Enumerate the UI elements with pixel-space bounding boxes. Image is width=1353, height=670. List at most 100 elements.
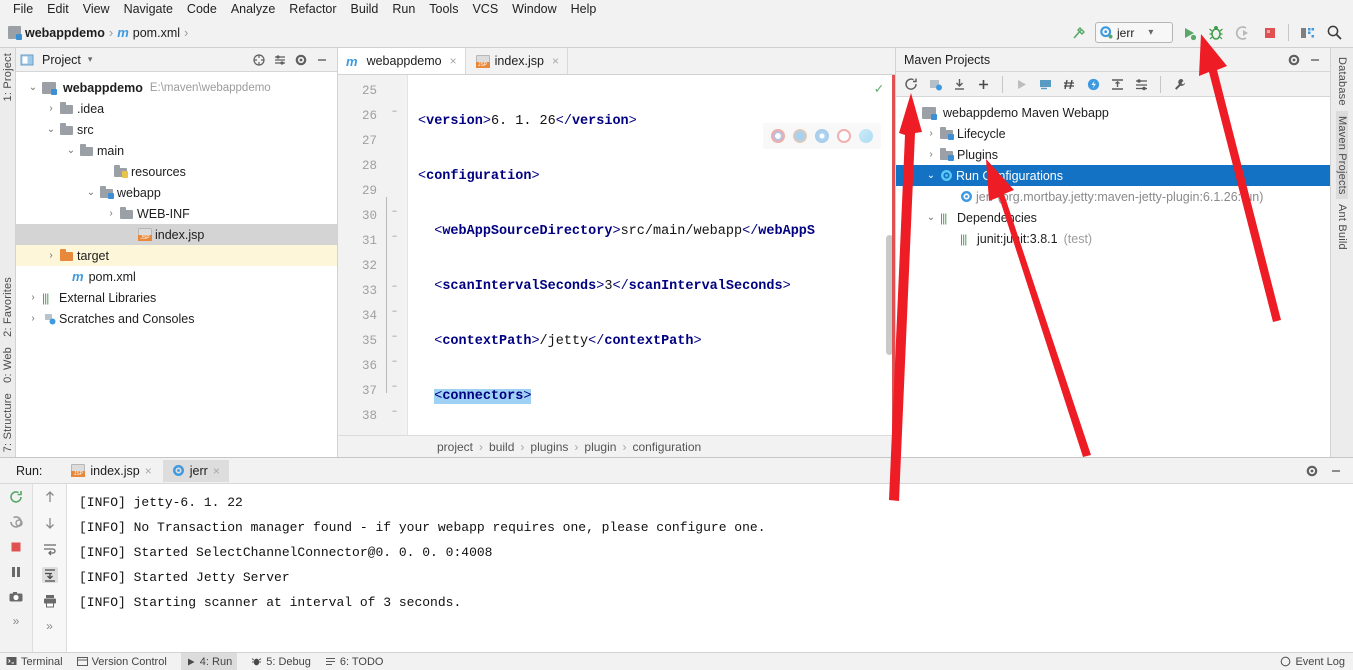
collapse-all-icon[interactable] [252,53,266,67]
scroll-up-icon[interactable] [42,489,58,505]
stop-button[interactable] [1259,22,1281,44]
menu-item-edit[interactable]: Edit [40,0,76,18]
expand-arrow[interactable]: ⌄ [64,145,78,156]
breadcrumb-configuration[interactable]: configuration [629,440,704,454]
expand-arrow[interactable]: › [26,292,40,303]
expand-arrow[interactable]: › [104,208,118,219]
hide-icon[interactable] [315,53,329,67]
status-item-debug[interactable]: 5: Debug [251,656,311,668]
breadcrumb-project[interactable]: project [434,440,476,454]
code-line[interactable]: <configuration> [408,164,895,189]
error-stripe[interactable] [892,75,895,435]
expand-more-icon[interactable]: » [42,619,58,635]
menu-item-vcs[interactable]: VCS [465,0,505,18]
expand-arrow[interactable]: › [44,250,58,261]
expand-arrow[interactable]: › [924,149,938,160]
collapse-all-icon[interactable] [1110,77,1125,92]
menu-item-navigate[interactable]: Navigate [117,0,180,18]
close-icon[interactable]: × [552,54,559,68]
fold-marker[interactable]: − [389,306,400,317]
expand-settings-icon[interactable] [1134,77,1149,92]
project-tree[interactable]: ⌄ webappdemo E:\maven\webappdemo › .idea… [16,72,337,457]
edge-icon[interactable] [859,129,873,143]
expand-arrow[interactable]: ⌄ [44,124,58,135]
gear-icon[interactable] [1305,464,1319,478]
tree-row-scratches[interactable]: › Scratches and Consoles [16,308,337,329]
toggle-offline-icon[interactable] [1086,77,1101,92]
tree-row-webapp[interactable]: ⌄ webapp [16,182,337,203]
execute-goal-icon[interactable] [1038,77,1053,92]
tree-row-src[interactable]: ⌄ src [16,119,337,140]
print-icon[interactable] [42,593,58,609]
run-with-coverage-button[interactable] [1232,22,1254,44]
status-item-todo[interactable]: 6: TODO [325,656,383,668]
close-icon[interactable]: × [213,464,220,478]
status-item-event-log[interactable]: Event Log [1280,656,1345,668]
breadcrumb-plugins[interactable]: plugins [527,440,571,454]
opera-icon[interactable] [837,129,851,143]
run-tab-jerr[interactable]: jerr × [162,459,229,482]
close-icon[interactable]: × [145,464,152,478]
editor-body[interactable]: 25 26 27 28 29 30 31 32 33 34 35 36 37 3… [338,75,895,435]
pause-icon[interactable] [8,564,24,580]
toggle-layout-button[interactable] [1296,22,1318,44]
status-item-terminal[interactable]: Terminal [6,656,63,668]
menu-item-help[interactable]: Help [564,0,604,18]
fold-marker[interactable]: − [389,431,400,435]
maven-row-lifecycle[interactable]: › Lifecycle [896,123,1330,144]
breadcrumb-build[interactable]: build [486,440,517,454]
editor-gutter[interactable]: 25 26 27 28 29 30 31 32 33 34 35 36 37 3… [338,75,408,435]
expand-arrow[interactable]: › [44,103,58,114]
stripe-tab-ant-build[interactable]: Ant Build [1336,199,1348,255]
tree-row-pom-xml[interactable]: m pom.xml [16,266,337,287]
tree-row-idea[interactable]: › .idea [16,98,337,119]
maven-row-dependencies[interactable]: ⌄ ||| Dependencies [896,207,1330,228]
gear-icon[interactable] [294,53,308,67]
chevron-down-icon[interactable]: ▾ [1148,27,1153,38]
toggle-skip-tests-icon[interactable] [1062,77,1077,92]
maven-row-plugins[interactable]: › Plugins [896,144,1330,165]
maven-row-junit[interactable]: ||| junit:junit:3.8.1 (test) [896,228,1330,249]
stripe-tab-structure[interactable]: 7: Structure [2,388,14,457]
run-console-output[interactable]: [INFO] jetty-6. 1. 22 [INFO] No Transact… [67,484,1353,652]
stripe-tab-project[interactable]: 1: Project [2,48,14,106]
code-line[interactable]: <contextPath>/jetty</contextPath> [408,329,895,354]
stop-icon[interactable] [8,539,24,555]
tree-row-resources[interactable]: resources [16,161,337,182]
expand-arrow[interactable]: ⌄ [924,170,938,181]
menu-item-analyze[interactable]: Analyze [224,0,282,18]
expand-arrow[interactable]: › [924,128,938,139]
reimport-icon[interactable] [904,77,919,92]
build-hammer-icon[interactable] [1068,22,1090,44]
expand-arrow[interactable]: ⌄ [924,212,938,223]
run-configuration-selector[interactable]: jerr ▾ [1095,22,1173,43]
editor-tab-webappdemo[interactable]: m webappdemo × [338,48,466,74]
fold-marker[interactable]: − [389,331,400,342]
fold-marker[interactable]: − [389,206,400,217]
gear-icon[interactable] [1287,53,1301,67]
editor-tab-index-jsp[interactable]: index.jsp × [465,48,568,74]
rerun-failed-icon[interactable] [8,514,24,530]
add-icon[interactable] [976,77,991,92]
status-item-version-control[interactable]: Version Control [76,656,167,668]
wrench-icon[interactable] [1172,77,1187,92]
tree-row-webappdemo[interactable]: ⌄ webappdemo E:\maven\webappdemo [16,77,337,98]
tree-row-main[interactable]: ⌄ main [16,140,337,161]
code-content[interactable]: <version>6. 1. 26</version> <configurati… [408,75,895,435]
breadcrumb-project[interactable]: webappdemo [25,26,105,40]
inspection-status-icon[interactable]: ✓ [875,81,883,98]
fold-marker[interactable]: − [389,381,400,392]
debug-button[interactable] [1205,22,1227,44]
code-line[interactable]: <connectors> [408,384,895,409]
tree-row-target[interactable]: › target [16,245,337,266]
expand-arrow[interactable]: › [26,313,40,324]
stripe-tab-favorites[interactable]: 2: Favorites [2,272,14,342]
tree-row-index-jsp[interactable]: index.jsp [16,224,337,245]
download-sources-icon[interactable] [952,77,967,92]
tree-row-external-libraries[interactable]: › ||| External Libraries [16,287,337,308]
fold-marker[interactable]: − [389,231,400,242]
firefox-icon[interactable] [793,129,807,143]
hide-icon[interactable] [1308,53,1322,67]
maven-row-jerr-config[interactable]: jerr (org.mortbay.jetty:maven-jetty-plug… [896,186,1330,207]
hide-icon[interactable] [1329,464,1343,478]
